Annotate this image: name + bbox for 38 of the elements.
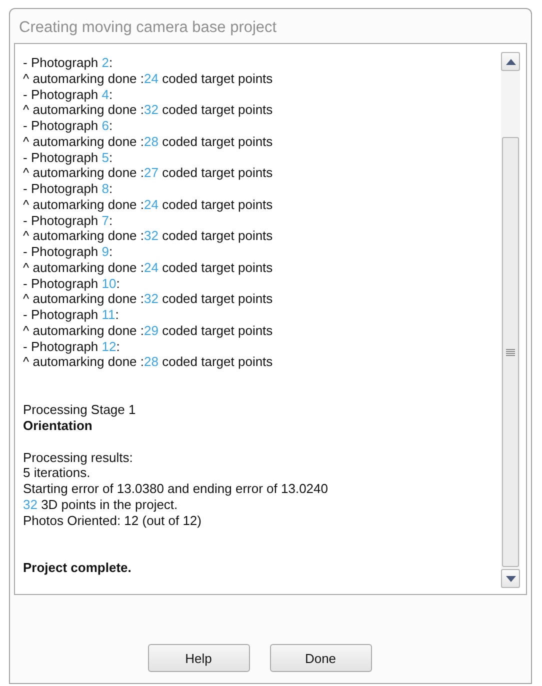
log-line: ^ automarking done :28 coded target points xyxy=(23,134,273,150)
vertical-scrollbar[interactable] xyxy=(501,52,520,588)
down-triangle-icon xyxy=(506,576,516,582)
window-title: Creating moving camera base project xyxy=(19,19,278,37)
log-line: - Photograph 9: xyxy=(23,244,113,260)
scroll-up-button[interactable] xyxy=(501,52,520,71)
log-line: 5 iterations. xyxy=(23,465,90,481)
dialog-button[interactable]: Done xyxy=(270,644,372,672)
log-line: Orientation xyxy=(23,418,92,434)
log-line: - Photograph 6: xyxy=(23,118,113,134)
log-line: - Photograph 5: xyxy=(23,150,113,166)
log-line: - Photograph 4: xyxy=(23,86,113,102)
log-line: ^ automarking done :29 coded target points xyxy=(23,322,273,338)
log-line: - Photograph 2: xyxy=(23,55,113,71)
grip-icon xyxy=(506,348,515,356)
log-line: ^ automarking done :28 coded target points xyxy=(23,354,273,370)
log-line: ^ automarking done :27 coded target points xyxy=(23,165,273,181)
scroll-thumb[interactable] xyxy=(502,137,519,567)
log-line: ^ automarking done :32 coded target points xyxy=(23,228,273,244)
log-line: Processing results: xyxy=(23,450,133,466)
log-line: Project complete. xyxy=(23,560,132,576)
log-line: Processing Stage 1 xyxy=(23,402,136,418)
log-line: - Photograph 12: xyxy=(23,338,120,354)
log-line: - Photograph 11: xyxy=(23,307,119,323)
scroll-down-button[interactable] xyxy=(501,569,520,588)
log-line: ^ automarking done :24 coded target points xyxy=(23,260,273,276)
log-line: Starting error of 13.0380 and ending error of 13.0240 xyxy=(23,481,328,497)
log-line: ^ automarking done :32 coded target points xyxy=(23,291,273,307)
log-line: - Photograph 8: xyxy=(23,181,113,197)
log-line: ^ automarking done :32 coded target points xyxy=(23,102,273,118)
log-line: ^ automarking done :24 coded target points xyxy=(23,196,273,212)
log-line: ^ automarking done :24 coded target points xyxy=(23,70,273,86)
log-line: - Photograph 7: xyxy=(23,212,113,228)
log-line: - Photograph 10: xyxy=(23,276,120,292)
up-triangle-icon xyxy=(506,58,516,64)
log-line: Photos Oriented: 12 (out of 12) xyxy=(23,512,202,528)
log-line: 32 3D points in the project. xyxy=(23,496,178,512)
dialog-button[interactable]: Help xyxy=(148,644,250,672)
